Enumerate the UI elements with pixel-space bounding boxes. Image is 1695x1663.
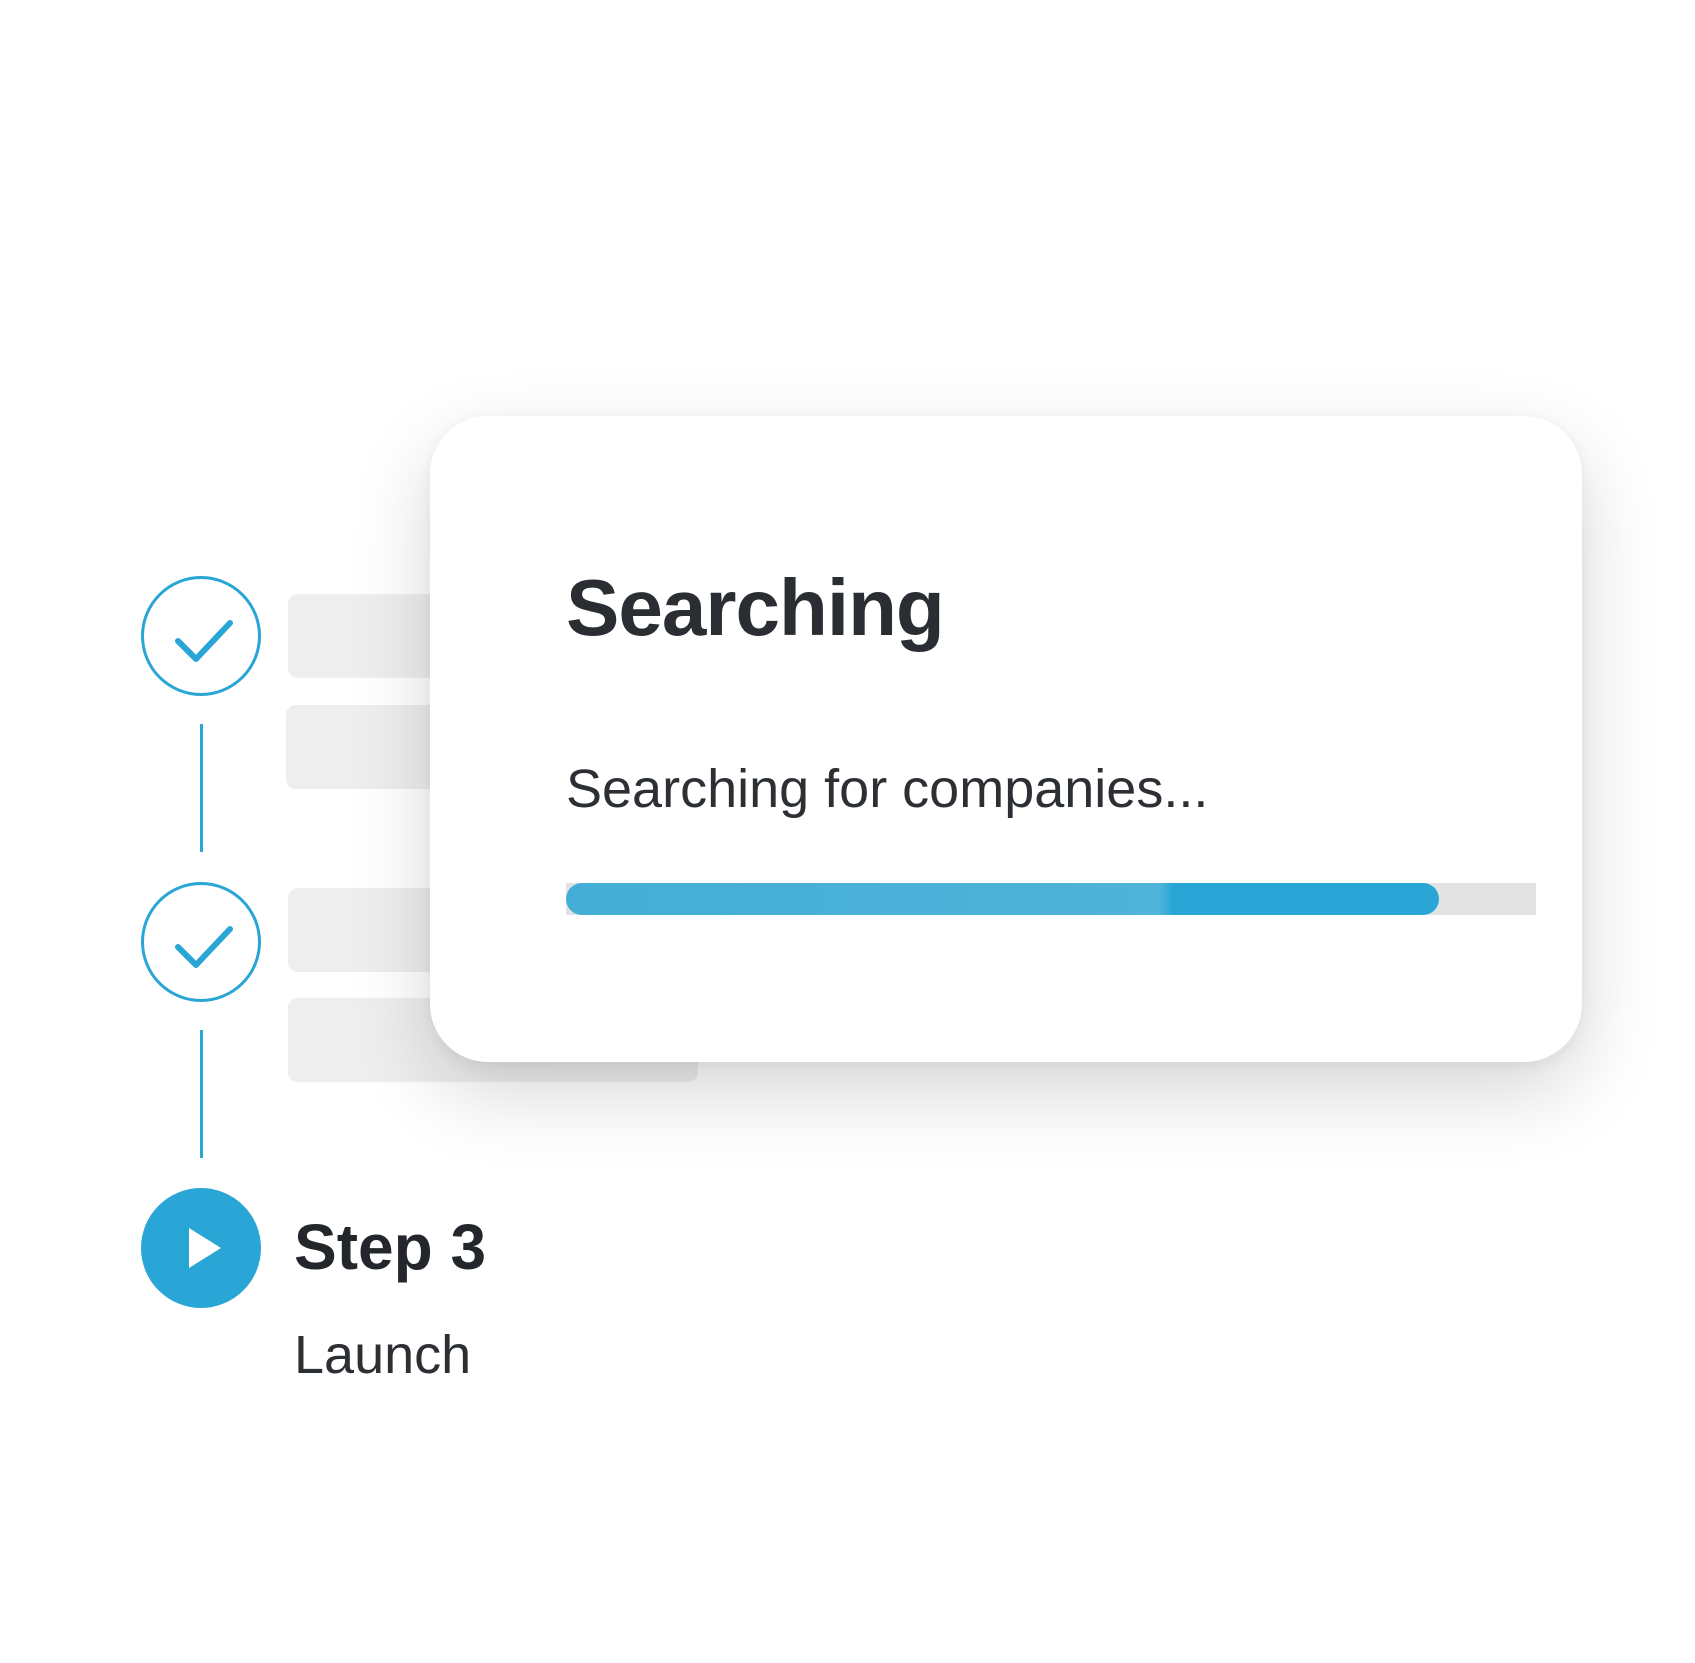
- step-connector: [200, 724, 203, 852]
- page: Step 3 Launch Searching Searching for co…: [0, 0, 1695, 1663]
- step-connector: [200, 1030, 203, 1158]
- step-3-active-indicator: [141, 1188, 261, 1308]
- dialog-title: Searching: [566, 563, 945, 652]
- check-icon: [175, 620, 233, 662]
- play-icon: [189, 1228, 221, 1268]
- step-2-complete-indicator: [141, 882, 261, 1002]
- search-progress-bar: [566, 883, 1536, 915]
- step-3-subtitle: Launch: [294, 1325, 472, 1385]
- search-progress-fill: [566, 883, 1439, 915]
- step-3-title: Step 3: [294, 1211, 487, 1283]
- dialog-status-text: Searching for companies...: [566, 759, 1209, 819]
- step-1-complete-indicator: [141, 576, 261, 696]
- check-icon: [175, 926, 233, 968]
- searching-dialog: Searching Searching for companies...: [430, 416, 1582, 1062]
